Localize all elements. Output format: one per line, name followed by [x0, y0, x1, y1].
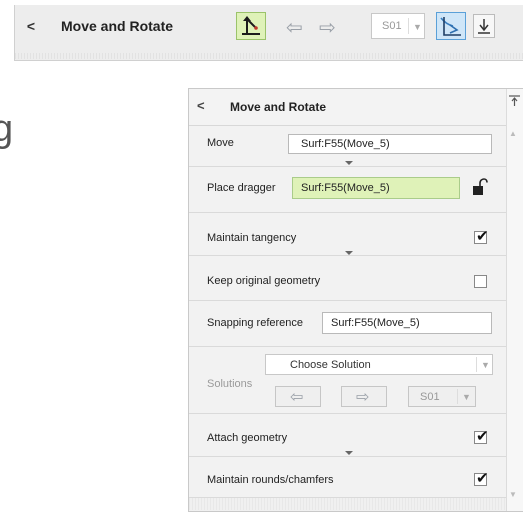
- scroll-up-icon[interactable]: ▲: [509, 129, 517, 138]
- toolbar-solution-value: S01: [382, 20, 402, 32]
- previous-solution-arrow-icon[interactable]: ⇦: [286, 15, 303, 40]
- attach-geometry-row: Attach geometry ✔: [189, 414, 506, 457]
- check-icon: ✔: [476, 428, 489, 445]
- maintain-tangency-label: Maintain tangency: [207, 232, 297, 244]
- solution-prev-button[interactable]: ⇦: [275, 386, 321, 407]
- place-dragger-row: Place dragger Surf:F55(Move_5): [189, 167, 506, 213]
- background-cut-text: g: [0, 108, 14, 150]
- snapping-field[interactable]: Surf:F55(Move_5): [322, 312, 492, 334]
- attach-geometry-icon: [440, 17, 461, 36]
- download-icon: [478, 19, 490, 34]
- panel-header: < Move and Rotate: [189, 89, 506, 126]
- keep-original-checkbox[interactable]: [474, 275, 487, 288]
- attach-geometry-label: Attach geometry: [207, 432, 288, 444]
- check-icon: ✔: [476, 228, 489, 245]
- keep-original-row: Keep original geometry: [189, 256, 506, 301]
- scroll-down-icon[interactable]: ▼: [509, 490, 517, 499]
- chevron-down-icon: ▼: [413, 22, 422, 32]
- right-arrow-icon: ⇨: [356, 389, 370, 406]
- snapping-value: Surf:F55(Move_5): [331, 317, 420, 329]
- move-dragger-button[interactable]: [236, 12, 266, 40]
- choose-solution-text: Choose Solution: [290, 359, 371, 371]
- maintain-rounds-row: Maintain rounds/chamfers ✔: [189, 457, 506, 498]
- solution-number-value: S01: [420, 391, 440, 403]
- snapping-row: Snapping reference Surf:F55(Move_5): [189, 301, 506, 347]
- expand-triangle-icon[interactable]: [345, 451, 353, 455]
- download-button[interactable]: [473, 14, 495, 38]
- unlock-icon[interactable]: [472, 178, 488, 196]
- panel-title: Move and Rotate: [230, 100, 327, 114]
- move-rotate-panel: < Move and Rotate ▲ ▼ Move Surf:F55(Move…: [188, 88, 523, 512]
- attach-geometry-button[interactable]: [436, 12, 466, 40]
- solutions-row: Solutions Choose Solution ▼ ⇦ ⇨ S01 ▼: [189, 347, 506, 414]
- toolbar-back-button[interactable]: <: [23, 15, 39, 37]
- top-toolbar: < Move and Rotate ⇦ ⇨ S01 ▼: [14, 5, 523, 61]
- expand-triangle-icon[interactable]: [345, 161, 353, 165]
- toolbar-title: Move and Rotate: [61, 18, 174, 34]
- maintain-tangency-checkbox[interactable]: ✔: [474, 228, 489, 245]
- move-row: Move Surf:F55(Move_5): [189, 126, 506, 167]
- solutions-label: Solutions: [207, 378, 253, 390]
- snapping-label: Snapping reference: [207, 317, 304, 329]
- move-field-value: Surf:F55(Move_5): [301, 138, 390, 150]
- place-dragger-label: Place dragger: [207, 182, 276, 194]
- left-arrow-icon: ⇦: [290, 389, 304, 406]
- solution-number-select[interactable]: S01 ▼: [408, 386, 476, 407]
- place-dragger-field[interactable]: Surf:F55(Move_5): [292, 177, 460, 199]
- expand-triangle-icon[interactable]: [345, 251, 353, 255]
- solution-next-button[interactable]: ⇨: [341, 386, 387, 407]
- place-dragger-value: Surf:F55(Move_5): [301, 182, 390, 194]
- chevron-down-icon: ▼: [462, 392, 471, 402]
- attach-geometry-checkbox[interactable]: ✔: [474, 428, 489, 445]
- panel-scrollbar[interactable]: [506, 89, 523, 511]
- maintain-tangency-row: Maintain tangency ✔: [189, 213, 506, 256]
- toolbar-solution-select[interactable]: S01 ▼: [371, 13, 425, 39]
- check-icon: ✔: [476, 470, 489, 487]
- move-field[interactable]: Surf:F55(Move_5): [288, 134, 492, 154]
- move-label: Move: [207, 137, 234, 149]
- toolbar-resize-grip[interactable]: [15, 53, 523, 59]
- maintain-rounds-checkbox[interactable]: ✔: [474, 470, 489, 487]
- move-dragger-icon: [242, 16, 260, 35]
- keep-original-label: Keep original geometry: [207, 275, 321, 287]
- pin-glyph-icon: [509, 95, 520, 106]
- panel-resize-grip[interactable]: [189, 498, 506, 510]
- next-solution-arrow-icon[interactable]: ⇨: [319, 15, 336, 40]
- maintain-rounds-label: Maintain rounds/chamfers: [207, 474, 334, 486]
- panel-back-button[interactable]: <: [197, 98, 205, 113]
- choose-solution-select[interactable]: Choose Solution ▼: [265, 354, 493, 375]
- pin-icon[interactable]: [507, 93, 522, 111]
- chevron-down-icon: ▼: [481, 360, 490, 370]
